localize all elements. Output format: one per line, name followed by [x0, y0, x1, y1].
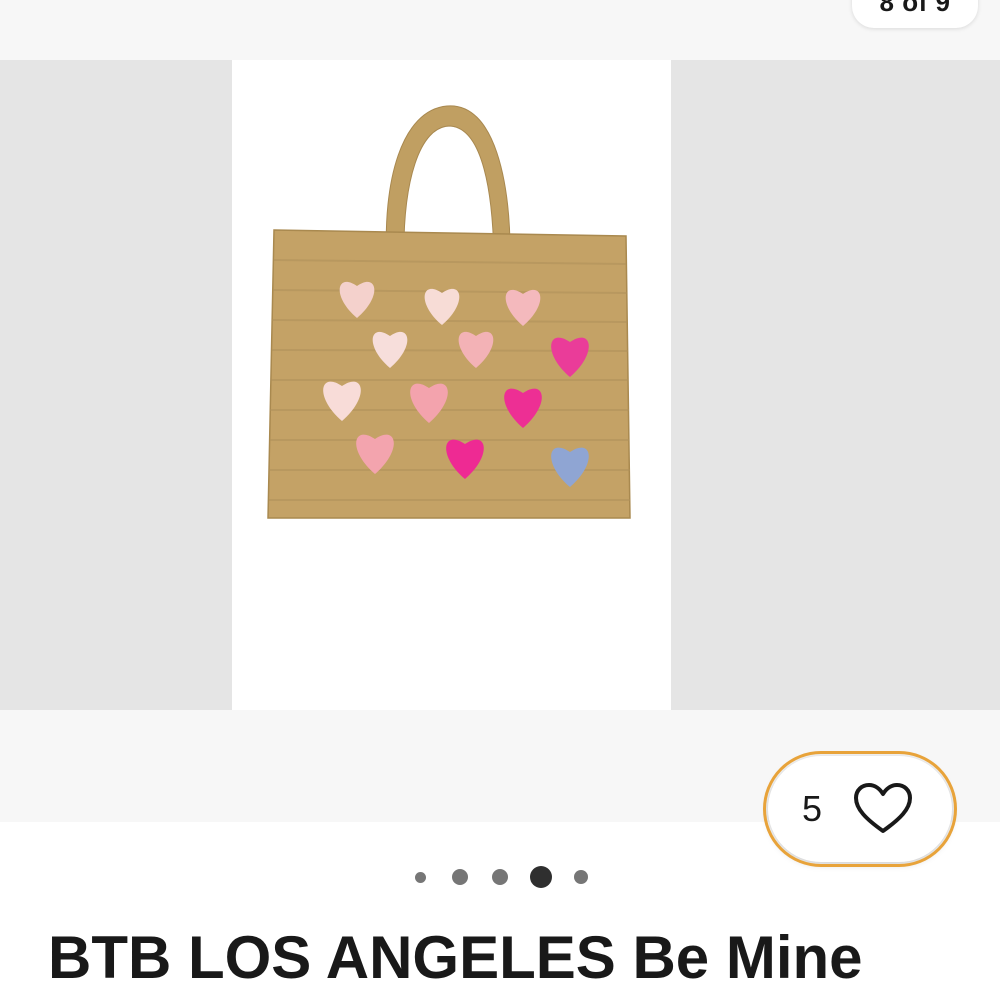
pagination-dot[interactable] — [414, 871, 426, 883]
image-gallery[interactable]: 8 of 9 — [0, 0, 1000, 822]
previous-image[interactable] — [0, 60, 232, 710]
pagination-dot[interactable] — [451, 869, 468, 885]
main-product-image[interactable] — [232, 60, 671, 710]
image-pagination-dots[interactable] — [0, 862, 1000, 892]
heart-outline-icon — [852, 781, 914, 837]
pagination-dot[interactable] — [573, 870, 588, 884]
watch-count: 5 — [802, 788, 823, 829]
watch-button[interactable]: 5 — [763, 751, 957, 867]
tote-bag-image — [267, 105, 631, 519]
pagination-dot-active[interactable] — [529, 866, 552, 888]
pagination-dot[interactable] — [491, 869, 508, 885]
next-image[interactable] — [671, 60, 1000, 710]
image-counter: 8 of 9 — [852, 0, 978, 28]
listing-title: BTB LOS ANGELES Be Mine — [48, 924, 863, 991]
